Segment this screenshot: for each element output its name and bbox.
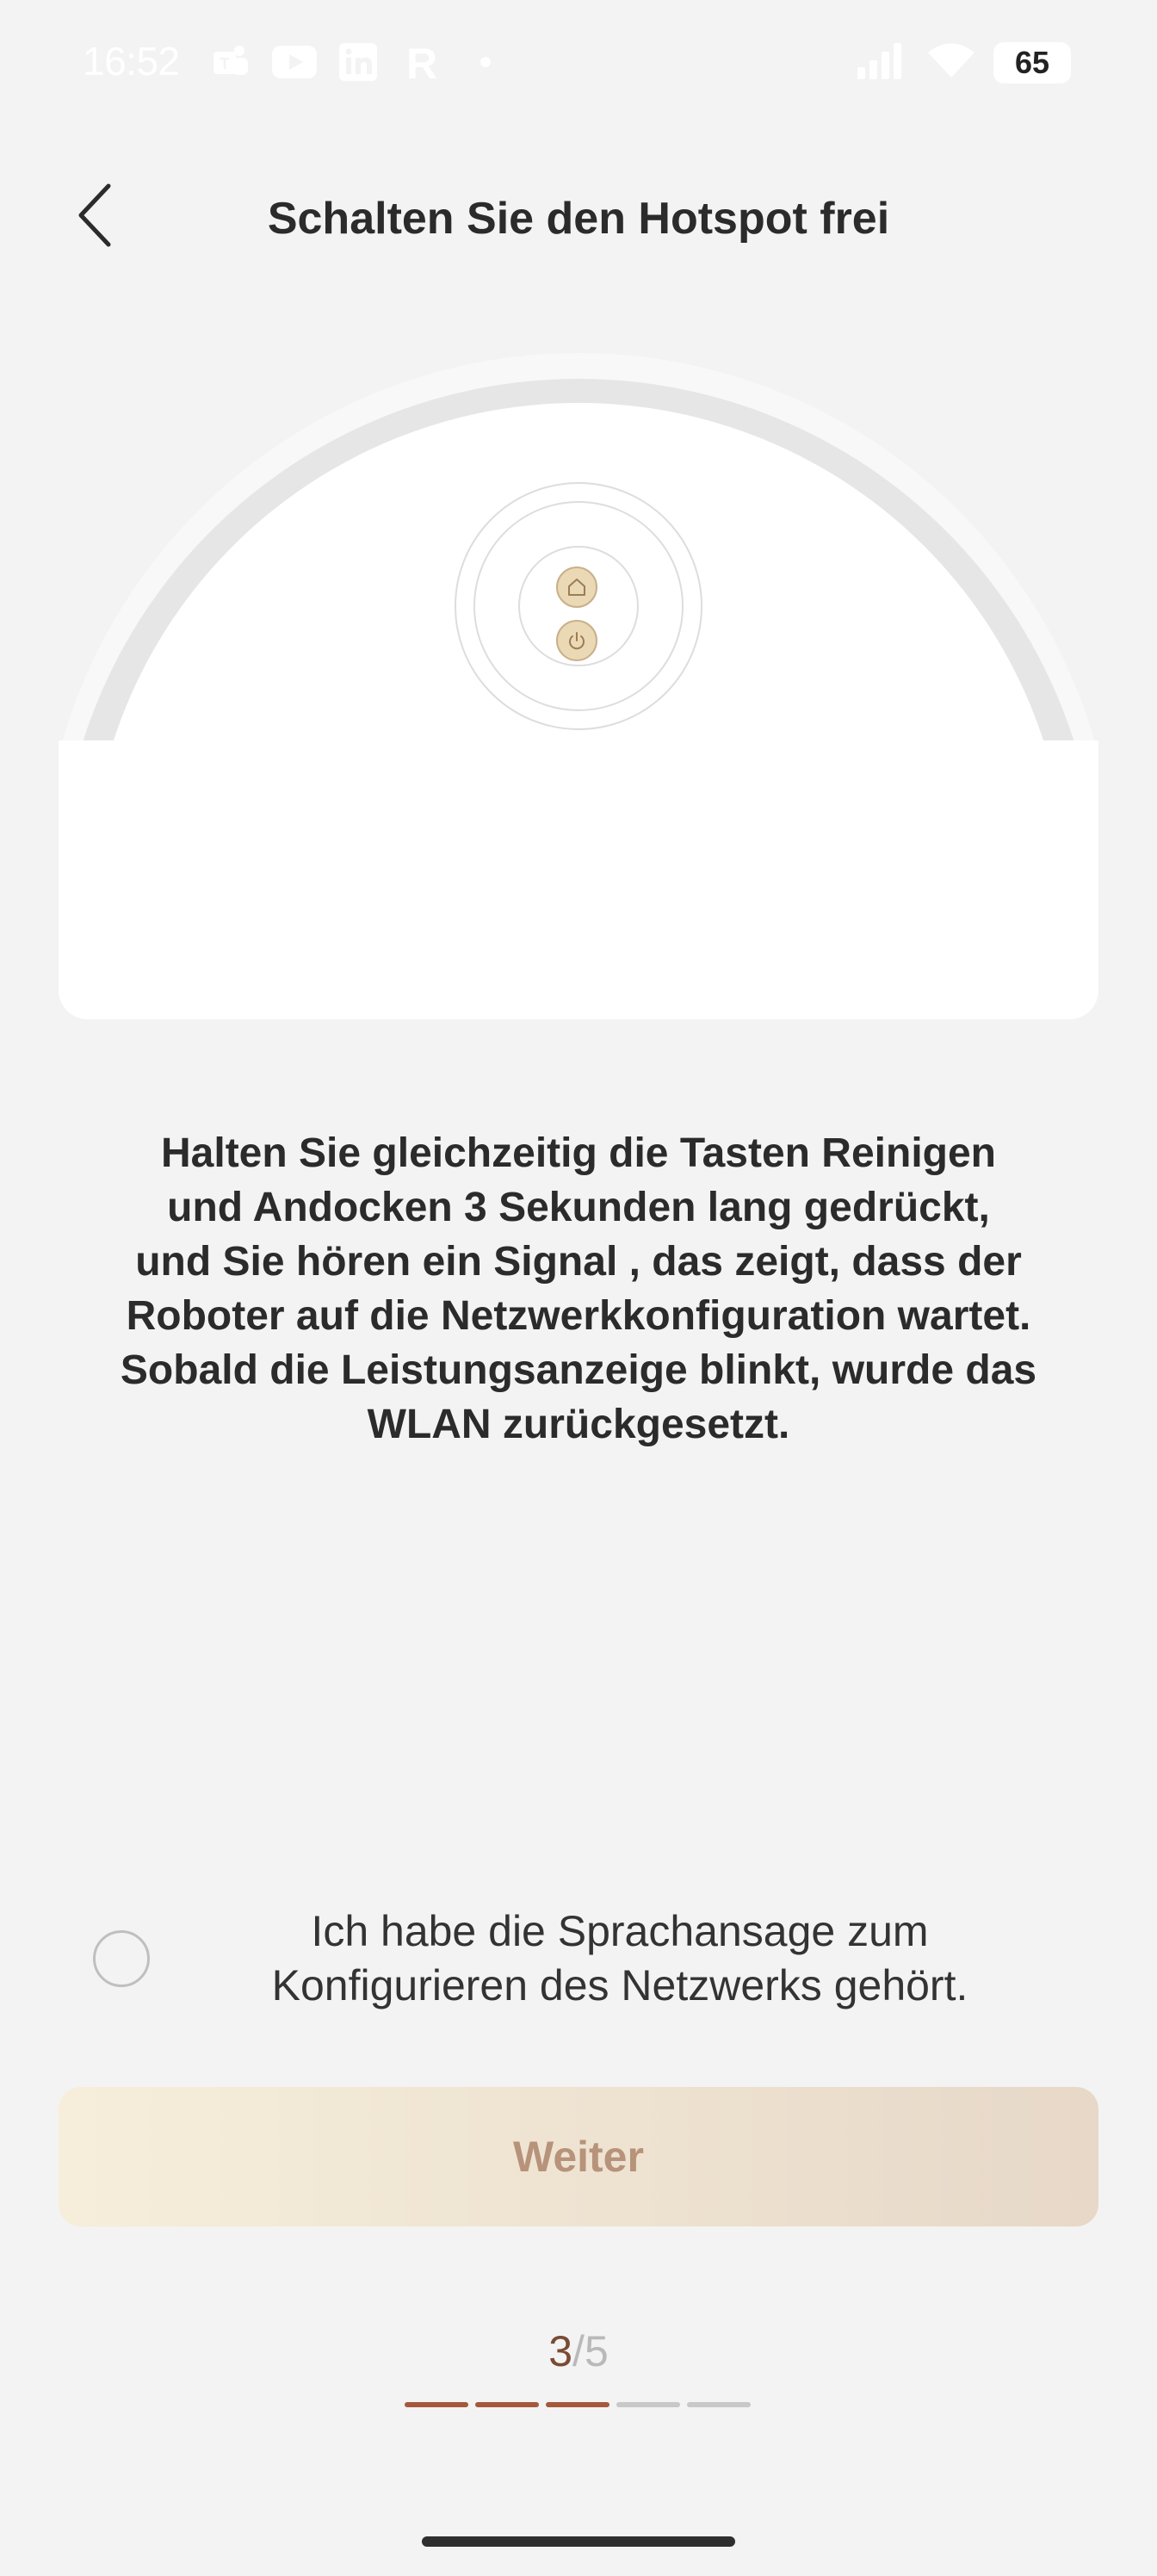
step-progress-bar <box>405 2402 751 2407</box>
robot-body-lower <box>59 740 1098 1019</box>
confirm-label: Ich habe die Sprachansage zum Konfigurie… <box>189 1904 1050 2013</box>
instruction-line: Roboter auf die Netzwerkkonfiguration wa… <box>126 1293 1031 1339</box>
step-total: 5 <box>584 2327 609 2375</box>
confirm-radio[interactable] <box>93 1930 150 1987</box>
confirm-label-line: Ich habe die Sprachansage zum <box>311 1907 929 1955</box>
step-counter: 3/5 <box>0 2326 1157 2376</box>
progress-segment <box>475 2402 539 2407</box>
voice-prompt-confirmation[interactable]: Ich habe die Sprachansage zum Konfigurie… <box>86 1904 1085 2016</box>
dot-icon <box>463 43 508 81</box>
step-current: 3 <box>548 2327 573 2375</box>
instruction-line: und Sie hören ein Signal , das zeigt, da… <box>135 1239 1022 1285</box>
linkedin-icon <box>336 43 381 81</box>
home-icon <box>556 567 597 608</box>
next-button[interactable]: Weiter <box>59 2087 1098 2226</box>
page-title: Schalten Sie den Hotspot frei <box>267 194 890 244</box>
header: Schalten Sie den Hotspot frei <box>0 164 1157 276</box>
svg-text:T: T <box>220 55 230 72</box>
teams-icon: T <box>208 43 253 81</box>
wifi-icon <box>926 41 976 84</box>
battery-indicator: 65 <box>993 41 1071 84</box>
youtube-icon <box>272 43 317 81</box>
power-icon <box>556 620 597 661</box>
notification-icons: T R <box>208 42 508 82</box>
status-bar: 16:52 T R 65 <box>0 0 1157 129</box>
progress-segment <box>616 2402 680 2407</box>
system-icons: 65 <box>857 41 1071 84</box>
r-app-icon: R <box>399 42 444 82</box>
progress-segment <box>546 2402 609 2407</box>
instruction-line: Sobald die Leistungsanzeige blinkt, wurd… <box>120 1347 1037 1393</box>
instructions-text: Halten Sie gleichzeitig die Tasten Reini… <box>77 1126 1080 1452</box>
instruction-line: und Andocken 3 Sekunden lang gedrückt, <box>167 1185 990 1230</box>
instruction-line: WLAN zurückgesetzt. <box>367 1402 790 1447</box>
confirm-label-line: Konfigurieren des Netzwerks gehört. <box>271 1961 968 2009</box>
step-separator: / <box>572 2327 585 2375</box>
robot-illustration <box>59 344 1098 1019</box>
progress-segment <box>405 2402 468 2407</box>
progress-segment <box>687 2402 751 2407</box>
status-time: 16:52 <box>83 39 180 84</box>
home-indicator[interactable] <box>422 2536 735 2547</box>
signal-icon <box>857 41 909 84</box>
instruction-line: Halten Sie gleichzeitig die Tasten Reini… <box>161 1130 996 1176</box>
svg-text:R: R <box>406 42 437 82</box>
